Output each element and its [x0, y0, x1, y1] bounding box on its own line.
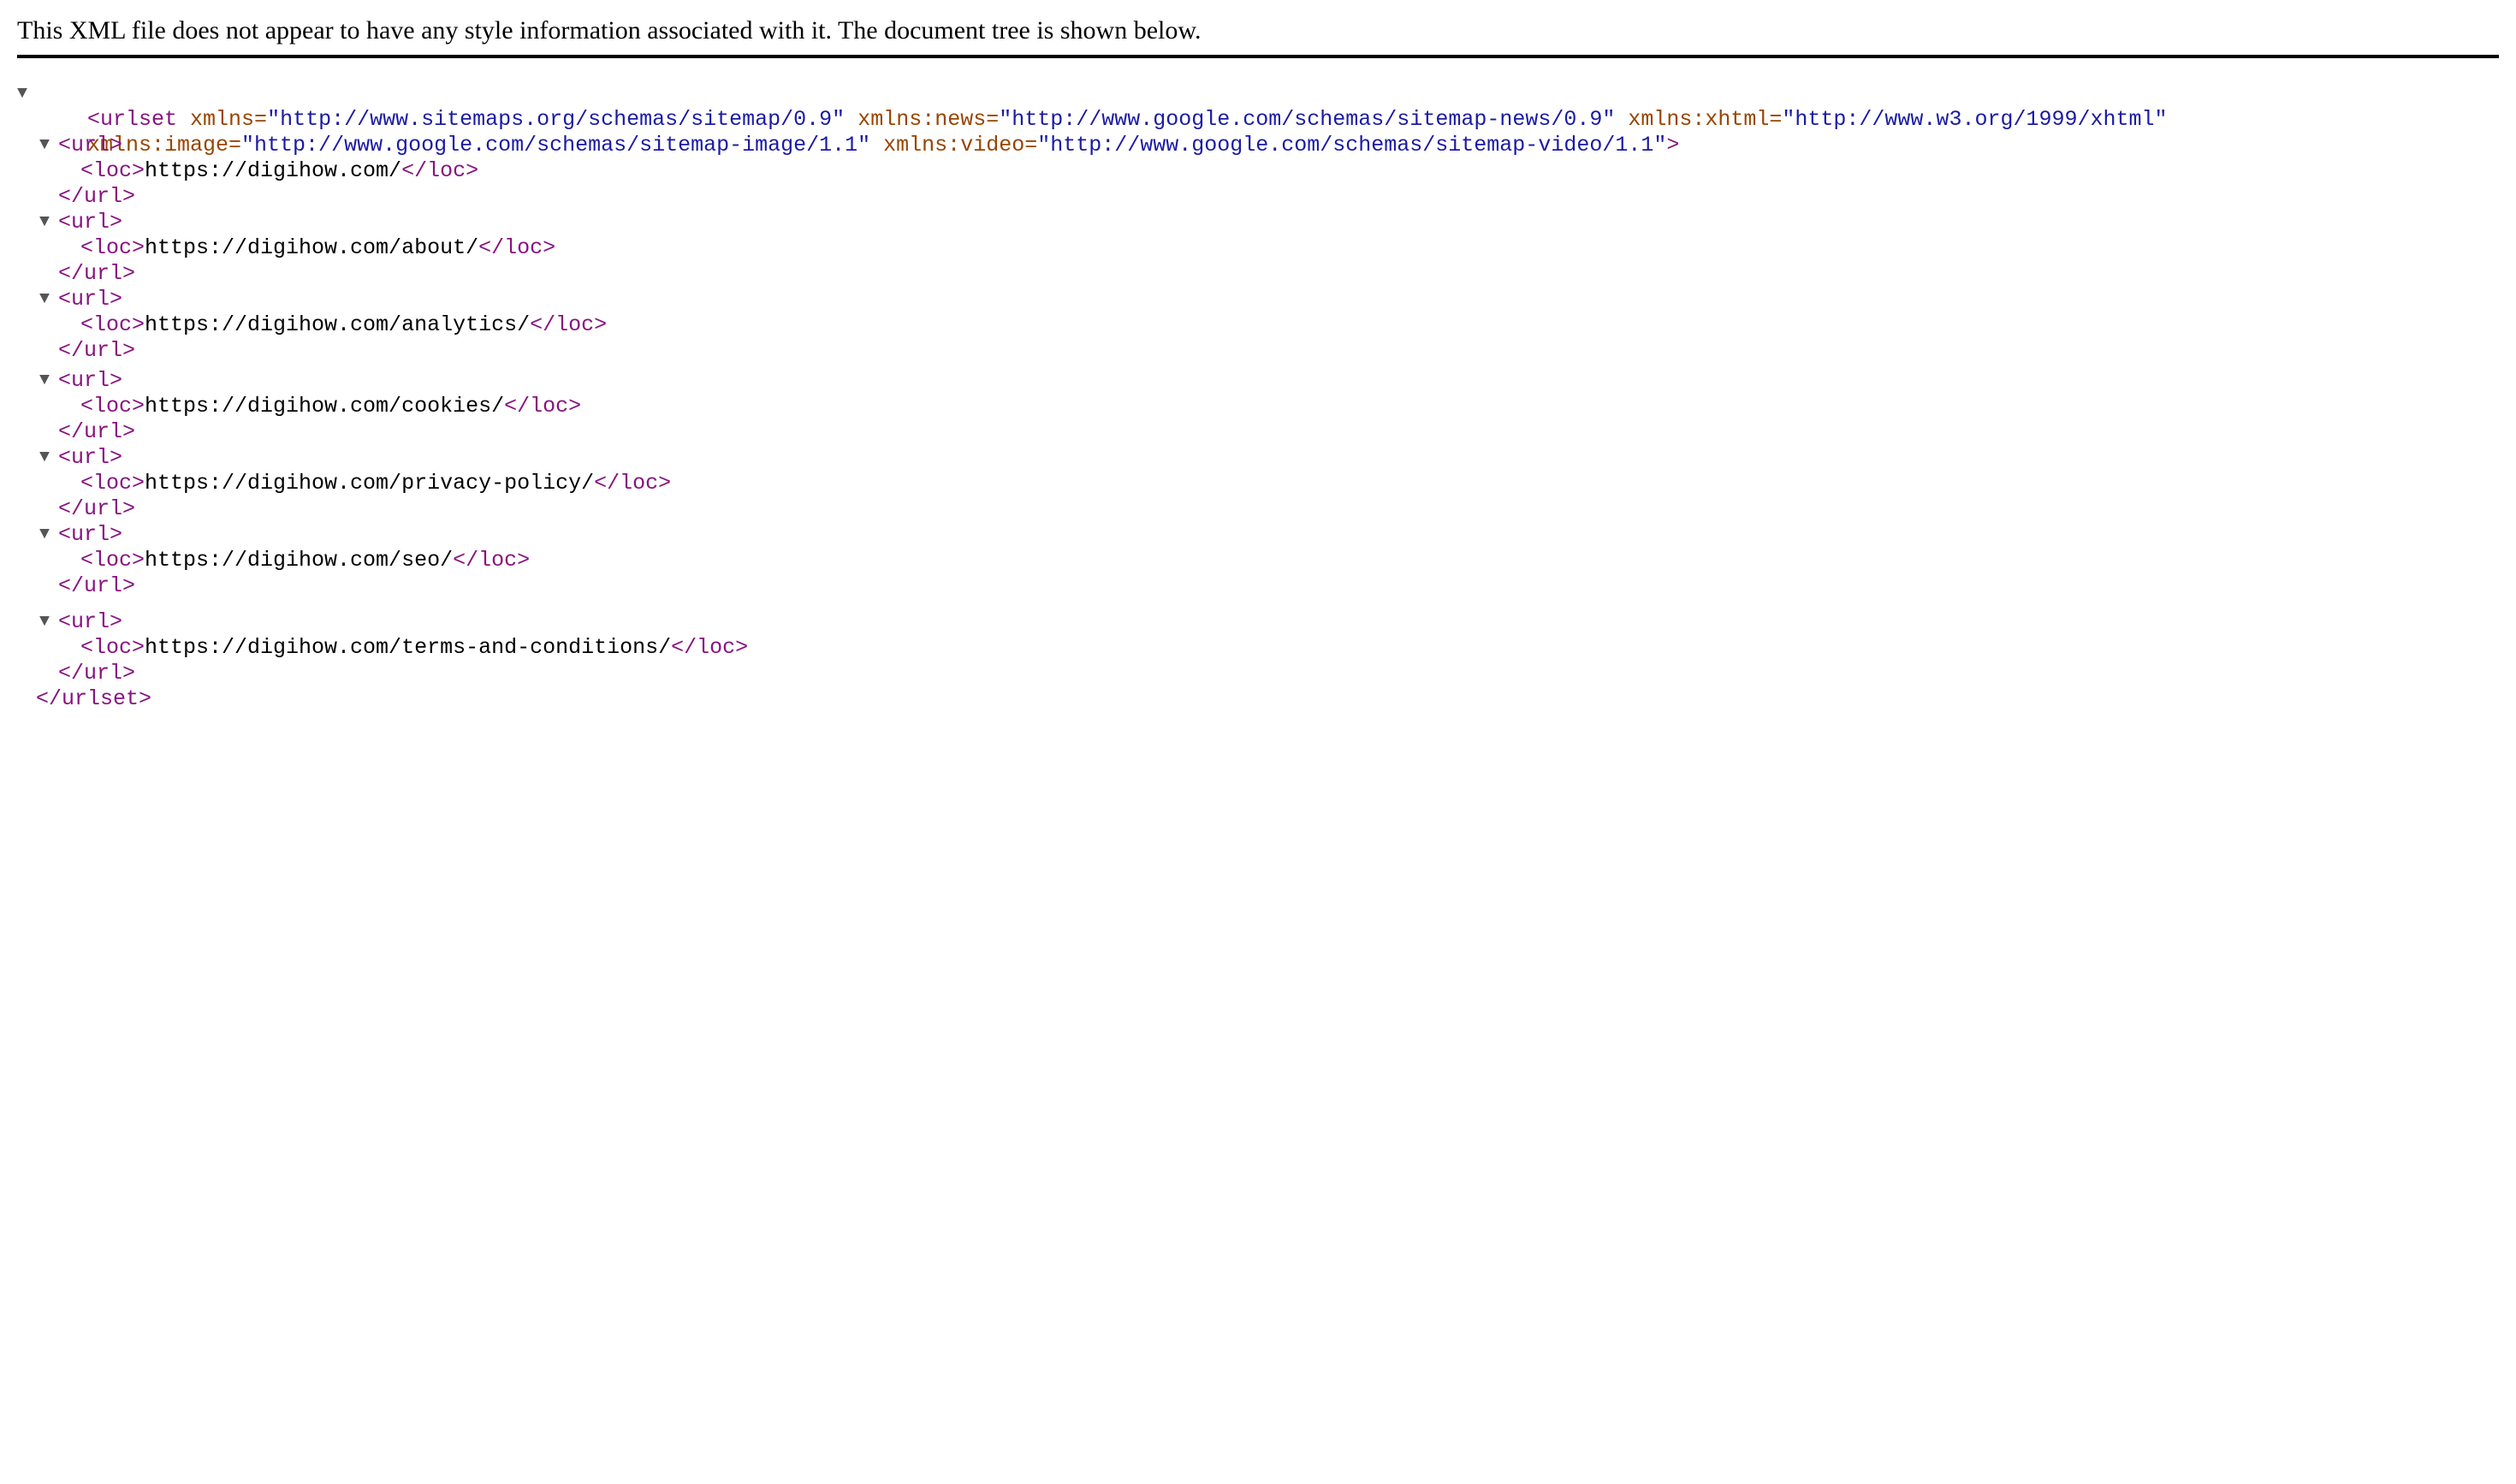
url-open-tag: <url> [58, 133, 123, 157]
loc-close-tag: </loc> [504, 394, 582, 418]
loc-open-tag: <loc> [80, 158, 145, 183]
loc-close-tag: </loc> [671, 635, 749, 660]
info-message: This XML file does not appear to have an… [17, 16, 1202, 45]
url-close-line: </url> [58, 496, 135, 522]
loc-close-tag: </loc> [453, 548, 531, 573]
loc-close-tag: </loc> [478, 235, 556, 260]
triangle-down-icon[interactable]: ▼ [39, 133, 50, 158]
urlset-open-line-1: ▼ <urlset xmlns="http://www.sitemaps.org/… [17, 81, 2167, 132]
xml-document-tree: ▼ <urlset xmlns="http://www.sitemaps.org/… [0, 0, 2516, 1142]
url-open-tag: <url> [58, 287, 123, 312]
urlset-open-line-2: xmlns:image="http://www.google.com/schem… [36, 107, 1679, 157]
attr-value: "http://www.w3.org/1999/xhtml" [1782, 107, 2168, 132]
url-close-line: </url> [58, 419, 135, 445]
triangle-down-icon[interactable]: ▼ [39, 522, 50, 548]
url-close-tag: </url> [58, 338, 136, 363]
loc-value: https://digihow.com/privacy-policy/ [145, 471, 595, 496]
url-close-line: </url> [58, 261, 135, 287]
triangle-down-icon[interactable]: ▼ [39, 445, 50, 471]
loc-value: https://digihow.com/seo/ [145, 548, 454, 573]
url-open-line: ▼ <url> [39, 287, 123, 312]
loc-open-tag: <loc> [80, 235, 145, 260]
urlset-close-tag: </urlset> [36, 686, 152, 711]
loc-close-tag: </loc> [530, 312, 608, 337]
loc-value: https://digihow.com/about/ [145, 235, 479, 260]
urlset-close-line: </urlset> [36, 686, 151, 712]
attr-name: xmlns:video= [870, 133, 1038, 157]
info-banner: This XML file does not appear to have an… [17, 12, 2499, 58]
loc-value: https://digihow.com/ [145, 158, 402, 183]
loc-line: <loc>https://digihow.com/</loc> [80, 158, 478, 184]
url-open-tag: <url> [58, 210, 123, 234]
url-open-line: ▼ <url> [39, 609, 123, 635]
url-open-tag: <url> [58, 522, 123, 547]
loc-line: <loc>https://digihow.com/analytics/</loc… [80, 312, 607, 338]
url-close-tag: </url> [58, 661, 136, 686]
loc-value: https://digihow.com/terms-and-conditions… [145, 635, 672, 660]
url-open-line: ▼ <url> [39, 445, 123, 471]
loc-value: https://digihow.com/analytics/ [145, 312, 531, 337]
triangle-down-icon[interactable]: ▼ [17, 81, 27, 107]
loc-open-tag: <loc> [80, 548, 145, 573]
loc-close-tag: </loc> [401, 158, 479, 183]
url-close-line: </url> [58, 338, 135, 364]
loc-line: <loc>https://digihow.com/terms-and-condi… [80, 635, 748, 661]
triangle-down-icon[interactable]: ▼ [39, 368, 50, 394]
loc-open-tag: <loc> [80, 471, 145, 496]
loc-open-tag: <loc> [80, 635, 145, 660]
url-close-tag: </url> [58, 573, 136, 598]
url-close-tag: </url> [58, 419, 136, 444]
url-open-line: ▼ <url> [39, 210, 123, 235]
triangle-down-icon[interactable]: ▼ [39, 210, 50, 235]
loc-line: <loc>https://digihow.com/cookies/</loc> [80, 394, 581, 419]
attr-value: "http://www.google.com/schemas/sitemap-v… [1037, 133, 1667, 157]
url-close-line: </url> [58, 573, 135, 599]
loc-open-tag: <loc> [80, 312, 145, 337]
loc-close-tag: </loc> [594, 471, 672, 496]
loc-line: <loc>https://digihow.com/privacy-policy/… [80, 471, 671, 496]
urlset-open-bracket: > [1666, 133, 1680, 157]
loc-value: https://digihow.com/cookies/ [145, 394, 505, 418]
url-close-tag: </url> [58, 184, 136, 209]
loc-line: <loc>https://digihow.com/seo/</loc> [80, 548, 530, 573]
triangle-down-icon[interactable]: ▼ [39, 287, 50, 312]
url-open-line: ▼ <url> [39, 133, 123, 158]
url-open-line: ▼ <url> [39, 368, 123, 394]
url-close-line: </url> [58, 661, 135, 686]
url-open-tag: <url> [58, 609, 123, 634]
triangle-down-icon[interactable]: ▼ [39, 609, 50, 635]
url-close-tag: </url> [58, 496, 136, 521]
url-close-line: </url> [58, 184, 135, 210]
url-open-tag: <url> [58, 445, 123, 470]
url-close-tag: </url> [58, 261, 136, 286]
loc-line: <loc>https://digihow.com/about/</loc> [80, 235, 555, 261]
attr-value: "http://www.google.com/schemas/sitemap-i… [241, 133, 871, 157]
url-open-tag: <url> [58, 368, 123, 393]
loc-open-tag: <loc> [80, 394, 145, 418]
url-open-line: ▼ <url> [39, 522, 123, 548]
